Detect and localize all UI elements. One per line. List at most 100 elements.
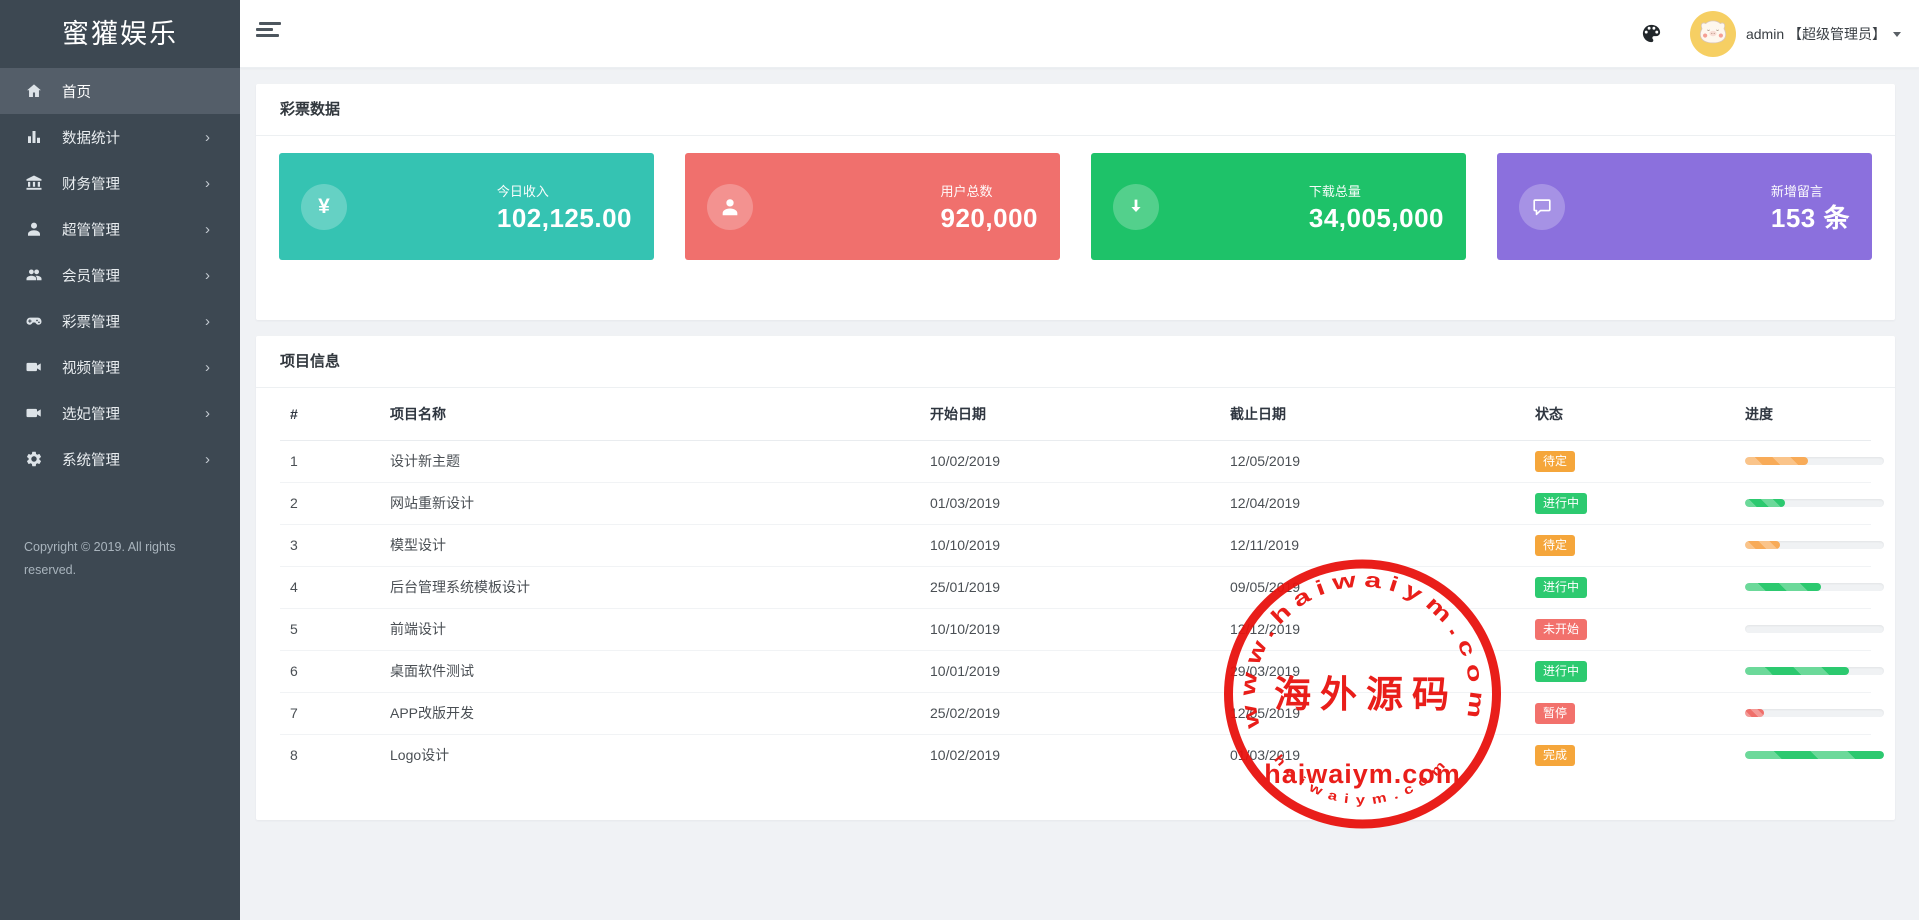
sidebar-menu: 首页数据统计›财务管理›超管管理›会员管理›彩票管理›视频管理›选妃管理›系统管…	[0, 68, 240, 482]
sidebar-item-label: 首页	[62, 81, 91, 102]
yen-icon: ¥	[301, 184, 347, 230]
panel-title-lottery: 彩票数据	[256, 84, 1895, 136]
cell-index: 7	[280, 692, 380, 734]
cell-progress	[1735, 692, 1871, 734]
chevron-right-icon: ›	[205, 452, 210, 467]
user-avatar[interactable]	[1690, 11, 1736, 57]
cell-status: 暂停	[1525, 692, 1735, 734]
stat-cards: ¥今日收入102,125.00用户总数920,000下载总量34,005,000…	[256, 136, 1895, 260]
menu-toggle-icon[interactable]	[256, 22, 282, 46]
progress-bar	[1745, 751, 1884, 759]
progress-bar-fill	[1745, 709, 1764, 717]
caret-down-icon	[1893, 32, 1901, 37]
cell-status: 未开始	[1525, 608, 1735, 650]
cell-index: 8	[280, 734, 380, 776]
progress-bar-fill	[1745, 541, 1780, 549]
cell-start-date: 10/02/2019	[920, 734, 1220, 776]
sidebar-item-super-admin[interactable]: 超管管理›	[0, 206, 240, 252]
cell-index: 4	[280, 566, 380, 608]
home-icon	[24, 82, 43, 101]
table-column-header: 项目名称	[380, 388, 920, 440]
comment-icon	[1519, 184, 1565, 230]
table-row: 4后台管理系统模板设计25/01/201909/05/2019进行中	[280, 566, 1871, 608]
stat-card-label: 下载总量	[1309, 181, 1361, 200]
table-column-header: 截止日期	[1220, 388, 1525, 440]
progress-bar-fill	[1745, 499, 1785, 507]
cell-project-name: APP改版开发	[380, 692, 920, 734]
user-icon	[707, 184, 753, 230]
cell-end-date: 09/05/2019	[1220, 566, 1525, 608]
gamepad-icon	[24, 312, 43, 331]
user-dropdown[interactable]: admin 【超级管理员】	[1746, 24, 1901, 44]
cell-progress	[1735, 608, 1871, 650]
cell-start-date: 10/10/2019	[920, 608, 1220, 650]
sidebar-item-video[interactable]: 视频管理›	[0, 344, 240, 390]
cell-status: 完成	[1525, 734, 1735, 776]
cell-index: 2	[280, 482, 380, 524]
sidebar-item-home[interactable]: 首页	[0, 68, 240, 114]
cell-project-name: 桌面软件测试	[380, 650, 920, 692]
stat-card-text: 今日收入102,125.00	[497, 181, 632, 233]
status-badge: 未开始	[1535, 619, 1587, 640]
topbar: admin 【超级管理员】	[240, 0, 1919, 68]
stat-card-label: 用户总数	[941, 181, 993, 200]
dashboard-page: { "sidebar": { "logo": "蜜獾娱乐", "items": …	[0, 0, 1919, 920]
user-icon	[24, 220, 43, 239]
stat-card: 下载总量34,005,000	[1091, 153, 1466, 260]
video-icon	[24, 404, 43, 423]
chevron-right-icon: ›	[205, 222, 210, 237]
cell-status: 待定	[1525, 524, 1735, 566]
cell-project-name: 模型设计	[380, 524, 920, 566]
lottery-data-panel: 彩票数据 ¥今日收入102,125.00用户总数920,000下载总量34,00…	[256, 84, 1895, 320]
main-content: 彩票数据 ¥今日收入102,125.00用户总数920,000下载总量34,00…	[240, 68, 1919, 920]
sidebar-item-xuanfei[interactable]: 选妃管理›	[0, 390, 240, 436]
table-row: 7APP改版开发25/02/201912/05/2019暂停	[280, 692, 1871, 734]
progress-bar	[1745, 667, 1884, 675]
palette-icon[interactable]	[1640, 22, 1664, 46]
cell-index: 5	[280, 608, 380, 650]
progress-bar	[1745, 583, 1884, 591]
stat-card-value: 153 条	[1771, 204, 1850, 233]
progress-bar	[1745, 541, 1884, 549]
sidebar-item-data-stats[interactable]: 数据统计›	[0, 114, 240, 160]
sidebar-item-label: 会员管理	[62, 265, 120, 286]
status-badge: 待定	[1535, 451, 1575, 472]
stat-card-text: 下载总量34,005,000	[1309, 181, 1444, 233]
sidebar-item-label: 财务管理	[62, 173, 120, 194]
progress-bar-fill	[1745, 457, 1808, 465]
table-header-row: #项目名称开始日期截止日期状态进度	[280, 388, 1871, 440]
cell-end-date: 29/03/2019	[1220, 650, 1525, 692]
progress-bar	[1745, 625, 1884, 633]
sidebar-item-label: 系统管理	[62, 449, 120, 470]
cell-progress	[1735, 734, 1871, 776]
status-badge: 进行中	[1535, 493, 1587, 514]
cell-start-date: 25/02/2019	[920, 692, 1220, 734]
status-badge: 进行中	[1535, 661, 1587, 682]
panel-title-project: 项目信息	[256, 336, 1895, 388]
sidebar-item-label: 数据统计	[62, 127, 120, 148]
sidebar-item-finance[interactable]: 财务管理›	[0, 160, 240, 206]
table-column-header: #	[280, 388, 380, 440]
table-column-header: 进度	[1735, 388, 1871, 440]
bar-chart-icon	[24, 128, 43, 147]
cell-index: 1	[280, 440, 380, 482]
cell-status: 待定	[1525, 440, 1735, 482]
sidebar-item-members[interactable]: 会员管理›	[0, 252, 240, 298]
cell-project-name: 前端设计	[380, 608, 920, 650]
bank-icon	[24, 174, 43, 193]
cell-status: 进行中	[1525, 650, 1735, 692]
status-badge: 进行中	[1535, 577, 1587, 598]
sidebar-item-system[interactable]: 系统管理 ›	[0, 436, 240, 482]
sidebar-item-label: 彩票管理	[62, 311, 120, 332]
cell-end-date: 01/03/2019	[1220, 734, 1525, 776]
project-table: #项目名称开始日期截止日期状态进度 1设计新主题10/02/201912/05/…	[280, 388, 1871, 776]
chevron-right-icon: ›	[205, 314, 210, 329]
table-row: 6桌面软件测试10/01/201929/03/2019进行中	[280, 650, 1871, 692]
cell-project-name: 后台管理系统模板设计	[380, 566, 920, 608]
sidebar-item-lottery[interactable]: 彩票管理 ›	[0, 298, 240, 344]
users-icon	[24, 266, 43, 285]
table-row: 1设计新主题10/02/201912/05/2019待定	[280, 440, 1871, 482]
progress-bar	[1745, 709, 1884, 717]
sidebar-item-label: 视频管理	[62, 357, 120, 378]
cell-progress	[1735, 524, 1871, 566]
